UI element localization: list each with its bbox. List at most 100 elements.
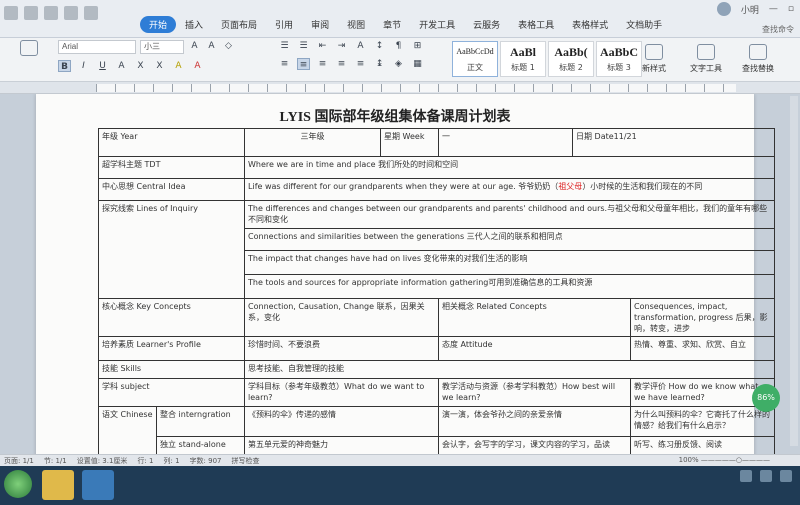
volume-icon[interactable]	[760, 470, 772, 482]
spell-check-toggle[interactable]: 拼写检查	[231, 456, 259, 466]
show-marks-icon[interactable]: ¶	[392, 40, 405, 52]
table-row: 中心思想 Central Idea Life was different for…	[97, 178, 776, 201]
subscript-button[interactable]: X	[153, 60, 166, 72]
style-heading-1[interactable]: AaBl 标题 1	[500, 41, 546, 77]
ribbon-tabs: 开始 插入 页面布局 引用 审阅 视图 章节 开发工具 云服务 表格工具 表格样…	[140, 16, 671, 33]
app-menu-icon[interactable]	[4, 6, 18, 20]
line-spacing-icon[interactable]: ↨	[373, 58, 386, 70]
subject-activity-header: 教学活动与资源（参考学科教范）How best will we learn?	[438, 378, 632, 407]
central-idea-highlight: 祖父母	[558, 182, 583, 191]
numbering-icon[interactable]: ☰	[297, 40, 310, 52]
minimize-icon[interactable]: —	[769, 4, 778, 14]
indent-icon[interactable]: ⇥	[335, 40, 348, 52]
table-row: 学科 subject 学科目标（参考年级教范）What do we want t…	[97, 378, 776, 407]
highlight-icon[interactable]: A	[172, 60, 185, 72]
progress-badge[interactable]: 86%	[752, 384, 780, 412]
clock-icon[interactable]	[780, 470, 792, 482]
tab-insert[interactable]: 插入	[176, 16, 212, 33]
tab-doc-assistant[interactable]: 文档助手	[617, 16, 671, 33]
search-command-input[interactable]: 查找命令	[762, 24, 794, 35]
date-label: 日期 Date11/21	[572, 128, 776, 157]
inquiry-line-3: The impact that changes have had on live…	[244, 250, 776, 275]
font-color-icon[interactable]: A	[191, 60, 204, 72]
align-center-icon[interactable]: ≡	[297, 58, 310, 70]
status-pages: 页面: 1/1	[4, 457, 34, 465]
start-button[interactable]	[4, 470, 32, 498]
font-size-select[interactable]: 小三	[140, 40, 184, 54]
title-tab-bar: 开始 插入 页面布局 引用 审阅 视图 章节 开发工具 云服务 表格工具 表格样…	[0, 0, 800, 38]
tab-view[interactable]: 视图	[338, 16, 374, 33]
user-name[interactable]: 小明	[741, 3, 759, 16]
style-normal[interactable]: AaBbCcDd 正文	[452, 41, 498, 77]
redo-icon[interactable]	[84, 6, 98, 20]
file-explorer-icon[interactable]	[42, 470, 74, 500]
attitude-value: 热情、尊重、求知、欣赏、自立	[630, 336, 776, 361]
tab-home[interactable]: 开始	[140, 16, 177, 33]
style-label: 标题 3	[607, 63, 631, 72]
network-icon[interactable]	[740, 470, 752, 482]
related-concepts-value: Consequences, impact, transformation, pr…	[630, 298, 776, 337]
horizontal-ruler[interactable]	[0, 82, 800, 94]
clear-format-icon[interactable]: ◇	[222, 40, 235, 52]
table-row: 独立 stand-alone 第五单元爱的神奇魅力 会认字，会写字的学习，课文内…	[99, 436, 776, 454]
outdent-icon[interactable]: ⇤	[316, 40, 329, 52]
grow-font-icon[interactable]: A	[188, 40, 201, 52]
integration-evaluation: 为什么叫预料的伞？它寄托了什么样的情感？给我们有什么启示？	[630, 406, 776, 437]
tab-table-tools[interactable]: 表格工具	[509, 16, 563, 33]
central-idea-text-end: ）小时候的生活和我们现在的不同	[582, 182, 703, 191]
style-heading-2[interactable]: AaBb( 标题 2	[548, 41, 594, 77]
table-border-icon[interactable]: ⊞	[411, 40, 424, 52]
vertical-scrollbar[interactable]	[790, 96, 798, 446]
integration-label: 整合 interngration	[155, 406, 246, 437]
tab-developer[interactable]: 开发工具	[410, 16, 464, 33]
undo-icon[interactable]	[64, 6, 78, 20]
save-icon[interactable]	[24, 6, 38, 20]
font-name-select[interactable]: Arial	[58, 40, 136, 54]
align-right-icon[interactable]: ≡	[316, 58, 329, 70]
italic-button[interactable]: I	[77, 60, 90, 72]
strikethrough-button[interactable]: A	[115, 60, 128, 72]
tab-references[interactable]: 引用	[266, 16, 302, 33]
tab-section[interactable]: 章节	[374, 16, 410, 33]
tab-review[interactable]: 审阅	[302, 16, 338, 33]
tdt-label: 超学科主题 TDT	[97, 156, 246, 179]
bold-button[interactable]: B	[58, 60, 71, 72]
shading-icon[interactable]: ◈	[392, 58, 405, 70]
status-line: 行: 1	[137, 457, 154, 465]
tab-page-layout[interactable]: 页面布局	[212, 16, 266, 33]
chinese-layout-icon[interactable]: A	[354, 40, 367, 52]
table-row: 技能 Skills 思考技能、自我管理的技能	[97, 360, 776, 379]
superscript-button[interactable]: X	[134, 60, 147, 72]
week-label: 星期 Week	[380, 128, 440, 157]
central-idea-value: Life was different for our grandparents …	[244, 178, 776, 201]
avatar[interactable]	[716, 2, 731, 16]
find-replace-button[interactable]: 查找替换	[742, 44, 774, 74]
window-controls: 小明 — ▫	[716, 2, 794, 16]
tab-table-style[interactable]: 表格样式	[563, 16, 617, 33]
style-heading-3[interactable]: AaBbC 标题 3	[596, 41, 642, 77]
stand-alone-activity: 会认字，会写字的学习，课文内容的学习，品读	[438, 436, 632, 454]
document-page[interactable]: LYIS 国际部年级组集体备课周计划表 年级 Year 三年级 星期 Week …	[36, 94, 776, 454]
maximize-icon[interactable]: ▫	[788, 4, 794, 14]
zoom-slider[interactable]: —————○————	[701, 456, 770, 464]
ribbon: Arial 小三 A A ◇ B I U A X X A A ☰ ☰ ⇤ ⇥ A…	[0, 38, 800, 82]
new-style-label: 新样式	[642, 64, 666, 73]
distribute-icon[interactable]: ≡	[354, 58, 367, 70]
bullets-icon[interactable]: ☰	[278, 40, 291, 52]
sort-icon[interactable]: ↕	[373, 40, 386, 52]
new-style-button[interactable]: 新样式	[642, 44, 666, 74]
wps-writer-icon[interactable]	[82, 470, 114, 500]
text-tools-button[interactable]: 文字工具	[690, 44, 722, 74]
tab-cloud[interactable]: 云服务	[464, 16, 509, 33]
justify-icon[interactable]: ≡	[335, 58, 348, 70]
zoom-control[interactable]: 100% —————○————	[679, 456, 770, 464]
align-left-icon[interactable]: ≡	[278, 58, 291, 70]
status-word-count[interactable]: 字数: 907	[190, 456, 222, 466]
style-sample: AaBb(	[554, 45, 588, 59]
shrink-font-icon[interactable]: A	[205, 40, 218, 52]
paste-icon[interactable]	[20, 40, 38, 56]
underline-button[interactable]: U	[96, 60, 109, 72]
print-icon[interactable]	[44, 6, 58, 20]
borders-icon[interactable]: ▦	[411, 58, 424, 70]
quick-access-toolbar	[4, 6, 98, 20]
